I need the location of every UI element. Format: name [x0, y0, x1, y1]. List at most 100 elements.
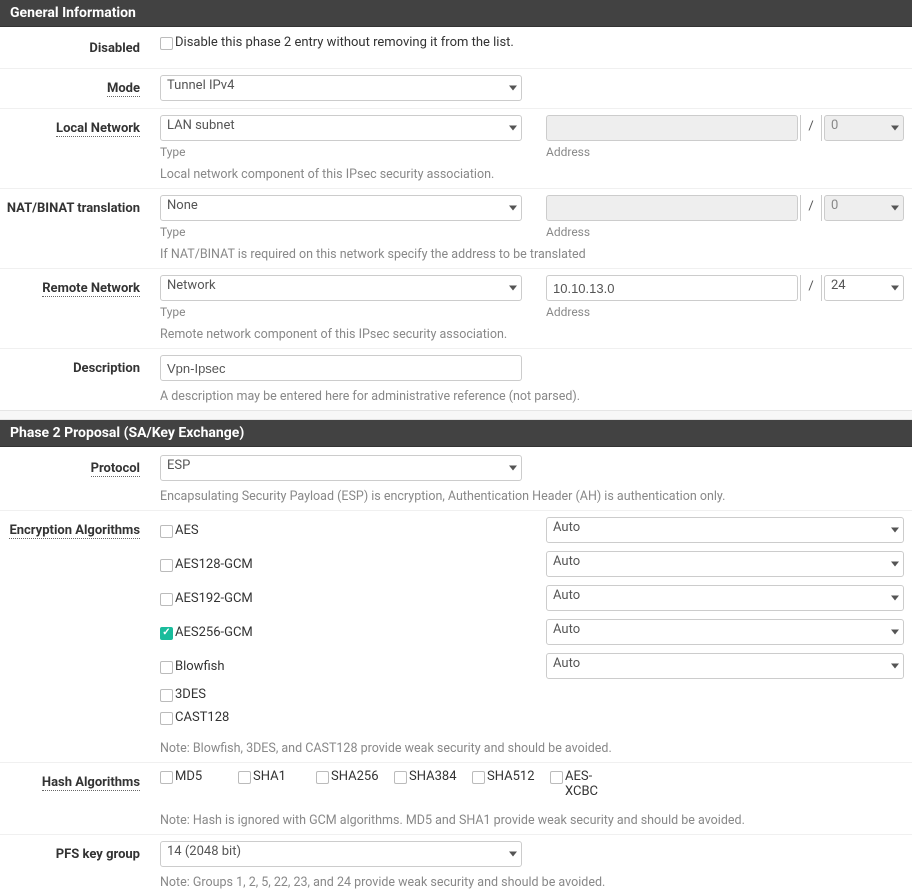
hash-algo-label: SHA1 — [253, 769, 286, 784]
label-encryption: Encryption Algorithms — [0, 517, 160, 756]
panel-heading-general: General Information — [0, 0, 912, 27]
enc-keylen-select[interactable]: Auto — [546, 619, 904, 645]
enc-algo-row: AES256-GCM Auto — [160, 619, 904, 645]
enc-algo-row: AES Auto — [160, 517, 904, 543]
row-local-network: Local Network LAN subnet Type / 0 — [0, 109, 912, 189]
enc-algo-checkbox[interactable] — [160, 525, 173, 538]
encryption-note: Note: Blowfish, 3DES, and CAST128 provid… — [160, 741, 904, 756]
nat-address-sublabel: Address — [546, 225, 904, 239]
mode-select[interactable]: Tunnel IPv4 — [160, 75, 522, 101]
slash-separator: / — [800, 195, 822, 221]
label-pfs: PFS key group — [0, 841, 160, 890]
row-disabled: Disabled Disable this phase 2 entry with… — [0, 29, 912, 69]
local-network-type-sublabel: Type — [160, 145, 522, 159]
enc-algo-label: AES128-GCM — [175, 557, 253, 572]
label-local-network: Local Network — [0, 115, 160, 182]
hash-algo-item: AES-XCBC — [550, 769, 628, 799]
enc-keylen-select[interactable]: Auto — [546, 585, 904, 611]
enc-algo-label: Blowfish — [175, 659, 225, 674]
enc-algo-row: Blowfish Auto — [160, 653, 904, 679]
enc-algo-label: CAST128 — [175, 710, 229, 725]
enc-algo-checkbox[interactable] — [160, 661, 173, 674]
panel-spacer — [0, 410, 912, 420]
row-protocol: Protocol ESP Encapsulating Security Payl… — [0, 449, 912, 511]
hash-algo-label: SHA512 — [487, 769, 535, 784]
panel-body-p2: Protocol ESP Encapsulating Security Payl… — [0, 447, 912, 896]
row-encryption: Encryption Algorithms AESAutoAES128-GCMA… — [0, 511, 912, 763]
enc-algo-checkbox[interactable] — [160, 712, 173, 725]
nat-address-input[interactable] — [546, 195, 798, 221]
hash-algo-item: SHA1 — [238, 769, 316, 799]
hash-algo-checkbox[interactable] — [550, 771, 563, 784]
protocol-help: Encapsulating Security Payload (ESP) is … — [160, 489, 904, 504]
enc-algo-checkbox[interactable] — [160, 627, 173, 640]
remote-network-type-select[interactable]: Network — [160, 275, 522, 301]
local-network-help: Local network component of this IPsec se… — [160, 167, 904, 182]
local-network-address-sublabel: Address — [546, 145, 904, 159]
enc-algo-label: 3DES — [175, 687, 206, 702]
hash-algo-checkbox[interactable] — [238, 771, 251, 784]
disabled-checkbox[interactable] — [160, 37, 173, 50]
remote-network-type-sublabel: Type — [160, 305, 522, 319]
description-help: A description may be entered here for ad… — [160, 389, 904, 404]
label-disabled: Disabled — [0, 35, 160, 62]
enc-algo-checkbox[interactable] — [160, 559, 173, 572]
row-mode: Mode Tunnel IPv4 — [0, 69, 912, 109]
label-remote-network: Remote Network — [0, 275, 160, 342]
slash-separator: / — [800, 275, 822, 301]
hash-algo-label: AES-XCBC — [565, 769, 613, 799]
enc-algo-checkbox[interactable] — [160, 593, 173, 606]
panel-heading-p2: Phase 2 Proposal (SA/Key Exchange) — [0, 420, 912, 447]
nat-type-select[interactable]: None — [160, 195, 522, 221]
enc-algo-row: AES192-GCM Auto — [160, 585, 904, 611]
pfs-note: Note: Groups 1, 2, 5, 22, 23, and 24 pro… — [160, 875, 904, 890]
enc-algo-label: AES192-GCM — [175, 591, 253, 606]
hash-algo-item: SHA256 — [316, 769, 394, 799]
enc-algo-checkbox[interactable] — [160, 689, 173, 702]
panel-body-general: Disabled Disable this phase 2 entry with… — [0, 27, 912, 410]
row-remote-network: Remote Network Network Type / 24 — [0, 269, 912, 349]
hash-algo-label: MD5 — [175, 769, 202, 784]
hash-algo-checkbox[interactable] — [472, 771, 485, 784]
remote-network-address-input[interactable] — [546, 275, 798, 301]
nat-cidr-select[interactable]: 0 — [824, 195, 904, 221]
label-description: Description — [0, 355, 160, 404]
hash-algo-checkbox[interactable] — [316, 771, 329, 784]
enc-algo-label: AES256-GCM — [175, 625, 253, 640]
hash-algo-item: SHA512 — [472, 769, 550, 799]
local-network-address-input[interactable] — [546, 115, 798, 141]
label-protocol: Protocol — [0, 455, 160, 504]
enc-keylen-select[interactable]: Auto — [546, 517, 904, 543]
row-hash: Hash Algorithms MD5 SHA1 SHA256 SHA384 SHA51… — [0, 763, 912, 835]
hash-algo-label: SHA256 — [331, 769, 379, 784]
hash-algo-item: MD5 — [160, 769, 238, 799]
nat-help: If NAT/BINAT is required on this network… — [160, 247, 904, 262]
remote-network-address-sublabel: Address — [546, 305, 904, 319]
hash-note: Note: Hash is ignored with GCM algorithm… — [160, 813, 904, 828]
pfs-select[interactable]: 14 (2048 bit) — [160, 841, 522, 867]
label-mode: Mode — [0, 75, 160, 102]
enc-keylen-select[interactable]: Auto — [546, 653, 904, 679]
hash-algo-label: SHA384 — [409, 769, 457, 784]
description-input[interactable] — [160, 355, 522, 381]
disabled-checkbox-label: Disable this phase 2 entry without remov… — [175, 35, 514, 50]
row-description: Description A description may be entered… — [0, 349, 912, 410]
remote-network-help: Remote network component of this IPsec s… — [160, 327, 904, 342]
row-pfs: PFS key group 14 (2048 bit) Note: Groups… — [0, 835, 912, 896]
enc-algo-row: CAST128 — [160, 710, 904, 725]
enc-algo-label: AES — [175, 523, 199, 538]
remote-network-cidr-select[interactable]: 24 — [824, 275, 904, 301]
hash-algo-checkbox[interactable] — [160, 771, 173, 784]
local-network-type-select[interactable]: LAN subnet — [160, 115, 522, 141]
hash-algo-checkbox[interactable] — [394, 771, 407, 784]
enc-algo-row: AES128-GCM Auto — [160, 551, 904, 577]
row-nat: NAT/BINAT translation None Type / 0 — [0, 189, 912, 269]
protocol-select[interactable]: ESP — [160, 455, 522, 481]
nat-type-sublabel: Type — [160, 225, 522, 239]
hash-algo-item: SHA384 — [394, 769, 472, 799]
label-nat: NAT/BINAT translation — [0, 195, 160, 262]
label-hash: Hash Algorithms — [0, 769, 160, 828]
enc-keylen-select[interactable]: Auto — [546, 551, 904, 577]
enc-algo-row: 3DES — [160, 687, 904, 702]
local-network-cidr-select[interactable]: 0 — [824, 115, 904, 141]
